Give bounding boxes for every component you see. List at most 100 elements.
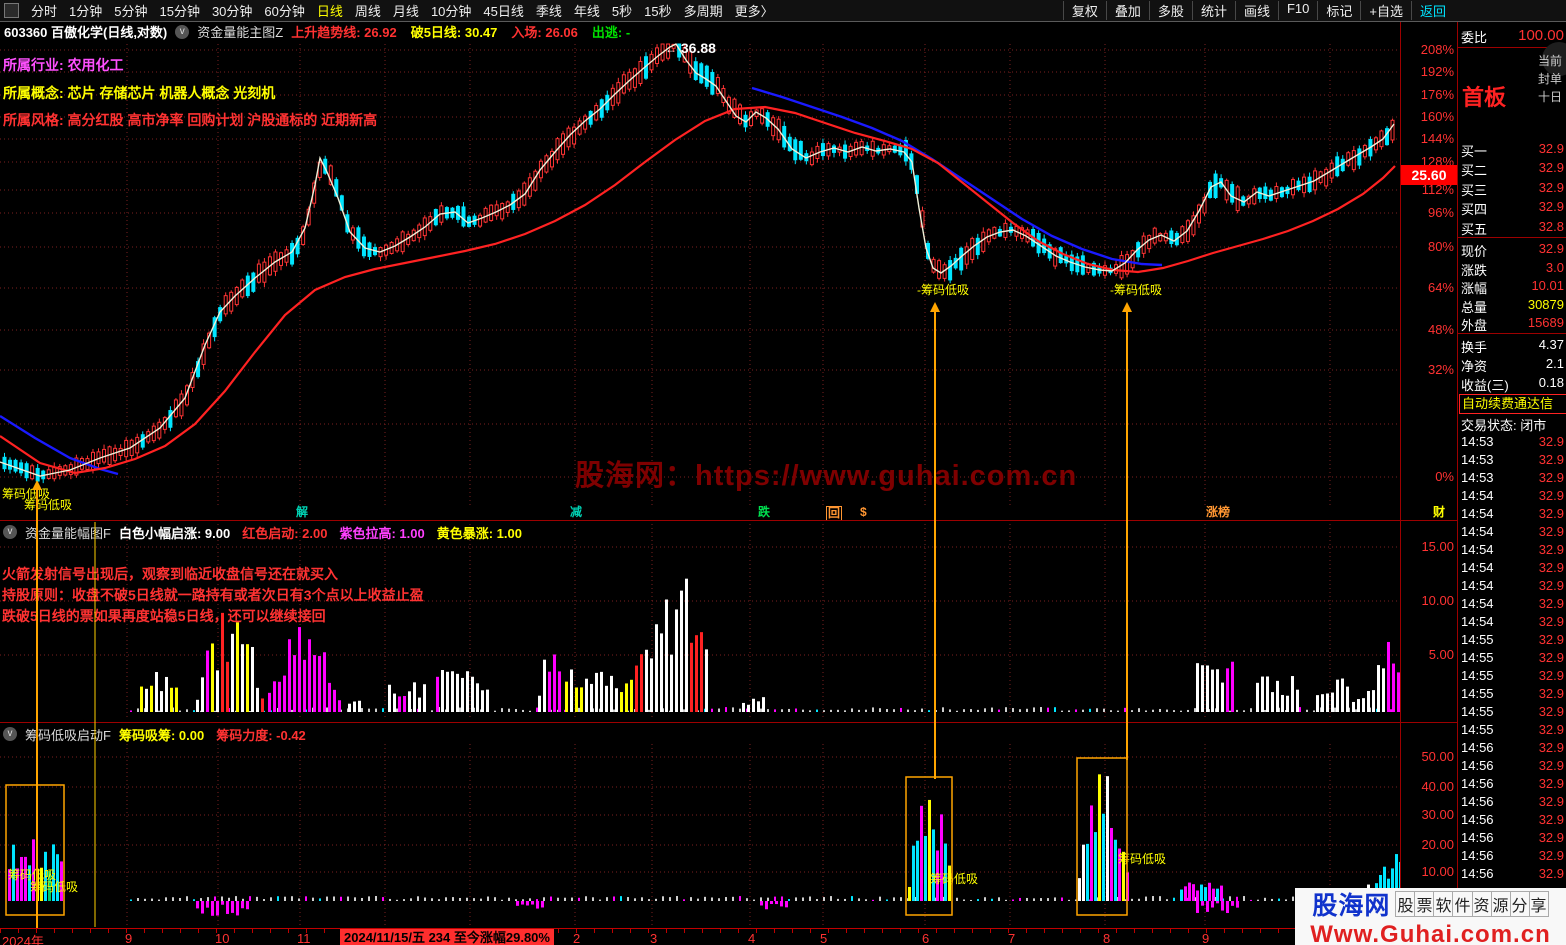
axis-month-label: 4 (748, 931, 756, 945)
event-marker[interactable]: 涨榜 (1206, 506, 1230, 519)
menu-item[interactable]: 日线 (311, 1, 349, 20)
event-marker-row: 解 减 跌 回 $ 涨榜 财 (0, 506, 1456, 521)
axis-month-label: 9 (125, 931, 133, 945)
tick-row: 14:53 32.9 (1461, 452, 1564, 467)
menu-item[interactable]: 更多〉 (729, 1, 780, 20)
panel2-canvas[interactable] (0, 722, 1400, 945)
scale-label: 40.00 (1421, 779, 1454, 794)
toolbar-item[interactable]: 复权 (1062, 1, 1106, 20)
menu-item[interactable]: 季线 (530, 1, 568, 20)
event-marker[interactable]: 回 (826, 506, 843, 521)
chip-absorb-label: -筹码低吸 (1110, 283, 1162, 297)
stock-info-line: 所属风格: 高分红股 高市净率 回购计划 沪股通标的 近期新高 (3, 112, 378, 128)
panel1-header: v 资金量能幅图F 白色小幅启涨: 9.00 红色启动: 2.00 紫色拉高: 1.… (0, 522, 522, 542)
strategy-note: 火箭发射信号出现后，观察到临近收盘信号还在就买入 (2, 566, 338, 582)
panel-stat: 红色启动: 2.00 (242, 525, 328, 541)
toolbar-item[interactable]: 画线 (1234, 1, 1278, 20)
chip-absorb-label: -筹码低吸 (917, 283, 969, 297)
panel-stat: 筹码吸筹: 0.00 (118, 727, 205, 743)
tick-row: 14:56 32.9 (1461, 776, 1564, 791)
toolbar-item[interactable]: 多股 (1148, 1, 1192, 20)
sidebar-row: 买三 32.9 (1461, 179, 1564, 198)
time-axis[interactable]: 2024年 910112345678910 2024/11/15/五 234 至… (0, 928, 1457, 945)
menu-item[interactable]: 1分钟 (63, 1, 108, 20)
sidebar-row: 涨跌 3.0 (1461, 259, 1564, 278)
tick-row: 14:55 32.9 (1461, 722, 1564, 737)
center-watermark: 股海网：https://www.guhai.com.cn (575, 460, 1078, 492)
tick-row: 14:55 32.9 (1461, 668, 1564, 683)
panel-stat: 紫色拉高: 1.00 (339, 525, 425, 541)
panel2-collapse-icon[interactable]: v (3, 727, 17, 741)
menu-item[interactable]: 多周期 (678, 1, 729, 20)
toolbar-item[interactable]: 返回 (1410, 1, 1454, 20)
scale-label: 32% (1427, 362, 1454, 377)
last-price-tag: 25.60 (1401, 165, 1457, 185)
tick-row: 14:54 32.9 (1461, 542, 1564, 557)
sidebar-row: 换手 4.37 (1461, 337, 1564, 355)
tick-row: 14:53 32.9 (1461, 470, 1564, 485)
menu-item[interactable]: 周线 (349, 1, 387, 20)
axis-year-label: 2024年 (2, 934, 44, 945)
toolbar-item[interactable]: 统计 (1191, 1, 1235, 20)
scale-label: 176% (1420, 87, 1454, 102)
event-marker[interactable]: 跌 (758, 506, 770, 519)
menu-item[interactable]: 15分钟 (153, 1, 205, 20)
menu-item[interactable]: 5分钟 (108, 1, 153, 20)
tick-row: 14:54 32.9 (1461, 488, 1564, 503)
sidebar-row: 涨幅 10.01 (1461, 278, 1564, 297)
menu-item[interactable]: 年线 (568, 1, 606, 20)
watermark-desc: 股票软件资源分享 (1395, 891, 1549, 917)
renewal-banner[interactable]: 自动续费通达信 (1459, 394, 1566, 414)
strategy-note: 持股原则：收盘不破5日线就一路持有或者次日有3个点以上收益止盈 (2, 587, 424, 603)
chevron-down-icon[interactable]: v (175, 24, 190, 39)
menu-item[interactable]: 月线 (387, 1, 425, 20)
app-window: 分时 1分钟 5分钟 15分钟 30分钟 60分钟 日线 周线 月线 10分钟 45日线 季线 年线 5秒… (0, 0, 1566, 945)
panel1-name[interactable]: 资金量能幅图F (25, 523, 111, 542)
scale-label: 144% (1420, 131, 1454, 146)
menu-item[interactable]: 5秒 (606, 1, 638, 20)
event-marker[interactable]: $ (860, 506, 867, 519)
sidebar-row: 净资 2.1 (1461, 356, 1564, 374)
sidebar-row: 现价 32.9 (1461, 241, 1564, 259)
watermark-box: 股海网 股票软件资源分享 Www.Guhai.com.cn (1295, 888, 1566, 945)
panel2-name[interactable]: 筹码低吸启动F (25, 725, 111, 744)
menu-item[interactable]: 30分钟 (206, 1, 258, 20)
toolbar-item[interactable]: F10 (1277, 1, 1317, 20)
main-indicator-name[interactable]: 资金量能主图Z (197, 22, 283, 41)
menu-item[interactable]: 15秒 (638, 1, 677, 20)
chip-absorb-label: 筹码低吸 (930, 872, 979, 886)
tick-row: 14:55 32.9 (1461, 704, 1564, 719)
sidebar-row: 买四 32.9 (1461, 199, 1564, 218)
menu-item[interactable]: 45日线 (477, 1, 529, 20)
menu-item[interactable]: 10分钟 (425, 1, 477, 20)
event-marker[interactable]: 减 (570, 506, 582, 519)
tick-row: 14:55 32.9 (1461, 632, 1564, 647)
tick-row: 14:56 32.9 (1461, 758, 1564, 773)
scale-label: 15.00 (1421, 539, 1454, 554)
menu-item[interactable]: 60分钟 (258, 1, 310, 20)
scale-label: 50.00 (1421, 749, 1454, 764)
indicator-stat: 破5日线: 30.47 (410, 25, 498, 40)
watermark-brand: 股海网 (1312, 892, 1391, 920)
stock-info-line: 所属概念: 芯片 存储芯片 机器人概念 光刻机 (3, 85, 276, 101)
hint-line: 封单 (1538, 72, 1563, 86)
indicator-stat: 上升趋势线: 26.92 (291, 25, 397, 40)
panel1-collapse-icon[interactable]: v (3, 525, 17, 539)
chip-absorb-label: 筹码低吸 (30, 880, 79, 894)
tick-row: 14:56 32.9 (1461, 740, 1564, 755)
chart-titlebar: 603360 百傲化学(日线,对数) v 资金量能主图Z 上升趋势线: 26.9… (0, 21, 1460, 42)
menu-item[interactable]: 分时 (25, 1, 63, 20)
weibi-label: 委比 (1461, 30, 1488, 45)
toolbar-menu: 复权 叠加 多股 统计 画线 F10 标记 +自选 返回 (1062, 1, 1454, 20)
hint-line: 十日 (1538, 90, 1563, 104)
axis-month-label: 6 (922, 931, 930, 945)
toolbar-item[interactable]: 叠加 (1105, 1, 1149, 20)
hint-line: 当前 (1538, 54, 1563, 68)
toolbar-item[interactable]: 标记 (1317, 1, 1360, 20)
toolbar-item[interactable]: +自选 (1360, 1, 1411, 20)
event-marker[interactable]: 财 (1433, 506, 1445, 519)
event-marker[interactable]: 解 (296, 506, 308, 519)
indicator-stat: 入场: 26.06 (511, 25, 578, 40)
app-icon[interactable] (4, 3, 19, 18)
tick-row: 14:55 32.9 (1461, 650, 1564, 665)
